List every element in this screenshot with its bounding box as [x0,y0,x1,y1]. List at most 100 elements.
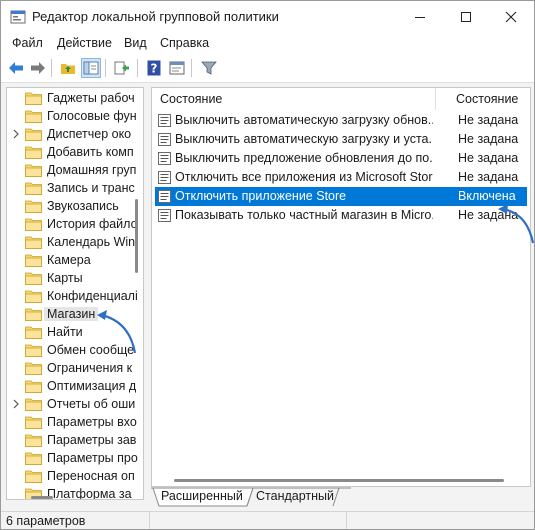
folder-icon [25,146,42,159]
title-bar[interactable]: Редактор локальной групповой политики [1,1,534,33]
tree-item[interactable]: Гаджеты рабоч [7,89,143,107]
help-button[interactable]: ? [144,58,164,78]
tree-item-label: Оптимизация д [47,379,137,393]
policy-row[interactable]: Показывать только частный магазин в Micr… [155,206,527,225]
tree-item[interactable]: Домашняя груп [7,161,143,179]
properties-button[interactable] [167,58,187,78]
tree-item[interactable]: Оптимизация д [7,377,143,395]
minimize-icon [415,17,425,18]
tab-standard[interactable]: Стандартный [250,487,340,506]
tree-item-label: Запись и транс [47,181,135,195]
status-bar: 6 параметров [1,511,534,529]
column-header-name[interactable]: Состояние [160,88,222,110]
policy-row[interactable]: Отключить все приложения из Microsoft St… [155,168,527,187]
toolbar: ? [1,53,534,83]
menu-view[interactable]: Вид [124,36,147,50]
forward-icon [31,62,45,74]
tab-extended[interactable]: Расширенный [155,487,249,506]
status-divider [149,512,150,529]
tree-item[interactable]: Карты [7,269,143,287]
folder-icon [25,128,42,141]
tree-item[interactable]: История файло [7,215,143,233]
expand-chevron-icon[interactable] [11,398,21,410]
tree-item-label: Отчеты об оши [47,397,136,411]
policy-name: Выключить автоматическую загрузку и уста… [175,132,433,146]
tree-item[interactable]: Ограничения к [7,359,143,377]
column-header-state[interactable]: Состояние [456,88,518,110]
maximize-icon [461,12,471,22]
tree-item[interactable]: Диспетчер око [7,125,143,143]
tree-item[interactable]: Платформа за [7,485,143,500]
policy-state: Не задана [458,170,519,184]
tree-item-label: Платформа за [47,487,132,500]
export-list-button[interactable] [112,58,132,78]
expand-chevron-icon[interactable] [11,128,21,140]
policy-row[interactable]: Выключить автоматическую загрузку обнов.… [155,111,527,130]
policy-state: Включена [458,189,516,203]
tree-item[interactable]: Календарь Win [7,233,143,251]
status-divider [346,512,347,529]
menu-file[interactable]: Файл [12,36,43,50]
toolbar-separator [137,59,138,77]
menu-action[interactable]: Действие [57,36,112,50]
policy-name: Отключить приложение Store [175,189,347,203]
maximize-button[interactable] [443,1,489,33]
policy-setting-icon [158,209,171,222]
close-button[interactable] [488,1,534,33]
show-tree-button[interactable] [81,58,101,78]
policy-row[interactable]: Выключить предложение обновления до по..… [155,149,527,168]
filter-icon [201,61,217,75]
policy-setting-icon [158,171,171,184]
back-icon [9,62,23,74]
tree-item-label: История файло [47,217,138,231]
settings-list: Состояние Состояние Выключить автоматиче… [151,87,531,487]
tree-item[interactable]: Голосовые фун [7,107,143,125]
policy-row[interactable]: Выключить автоматическую загрузку и уста… [155,130,527,149]
filter-button[interactable] [199,58,219,78]
tree-item[interactable]: Параметры вхо [7,413,143,431]
policy-setting-icon [158,114,171,127]
folder-icon [25,398,42,411]
tree-item-label: Обмен сообще [47,343,135,357]
policy-row[interactable]: Отключить приложение Store Включена [155,187,527,206]
folder-icon [25,200,42,213]
category-tree[interactable]: Гаджеты рабоч Голосовые фун Диспетчер око Д… [6,87,144,500]
folder-icon [25,236,42,249]
list-horizontal-scrollbar[interactable] [174,479,504,482]
policy-name: Выключить предложение обновления до по..… [175,151,433,165]
folder-icon [25,92,42,105]
tree-item[interactable]: Обмен сообще [7,341,143,359]
tree-item[interactable]: Запись и транс [7,179,143,197]
folder-icon [25,218,42,231]
policy-name: Отключить все приложения из Microsoft St… [175,170,433,184]
forward-button[interactable] [28,58,48,78]
tree-item-label: Домашняя груп [47,163,137,177]
folder-icon [25,452,42,465]
tree-item-label: Карты [47,271,83,285]
tree-item[interactable]: Добавить комп [7,143,143,161]
column-divider[interactable] [435,88,436,110]
tree-horizontal-scrollbar[interactable] [31,496,53,499]
tree-item[interactable]: Камера [7,251,143,269]
folder-icon [25,164,42,177]
tree-item[interactable]: Магазин [7,305,143,323]
svg-text:?: ? [151,62,158,76]
tree-item[interactable]: Конфиденциалі [7,287,143,305]
tree-item-label: Параметры вхо [47,415,137,429]
tree-item[interactable]: Отчеты об оши [7,395,143,413]
folder-icon [25,326,42,339]
tree-item[interactable]: Найти [7,323,143,341]
tree-item[interactable]: Параметры зав [7,431,143,449]
back-button[interactable] [6,58,26,78]
policy-name: Показывать только частный магазин в Micr… [175,208,433,222]
tree-item-label: Найти [47,325,83,339]
tree-item[interactable]: Параметры про [7,449,143,467]
up-folder-button[interactable] [58,58,78,78]
menu-help[interactable]: Справка [160,36,209,50]
tree-item[interactable]: Переносная оп [7,467,143,485]
minimize-button[interactable] [397,1,443,33]
toolbar-separator [105,59,106,77]
tree-item[interactable]: Звукозапись [7,197,143,215]
tree-item-label: Ограничения к [47,361,133,375]
tree-vertical-scrollbar[interactable] [135,199,138,273]
